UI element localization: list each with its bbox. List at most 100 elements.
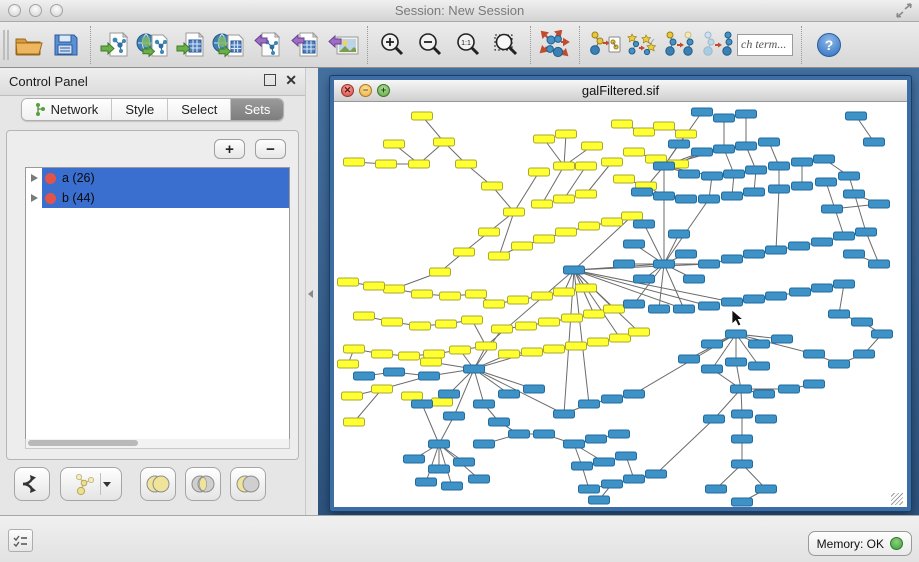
new-network-selected-nodes-selected-edges-button[interactable] bbox=[699, 26, 737, 64]
graph-node[interactable] bbox=[509, 430, 530, 438]
graph-node[interactable] bbox=[699, 195, 720, 203]
graph-node[interactable] bbox=[609, 430, 630, 438]
graph-node[interactable] bbox=[589, 496, 610, 504]
set-row-b[interactable]: b (44) bbox=[26, 188, 289, 208]
graph-node[interactable] bbox=[512, 242, 533, 250]
collapse-panel-icon[interactable] bbox=[308, 290, 313, 298]
export-image-button[interactable] bbox=[324, 26, 362, 64]
close-panel-button[interactable]: ✕ bbox=[285, 74, 297, 86]
graph-node[interactable] bbox=[434, 138, 455, 146]
graph-node[interactable] bbox=[839, 172, 860, 180]
help-button[interactable]: ? bbox=[817, 33, 841, 57]
graph-node[interactable] bbox=[722, 192, 743, 200]
expander-icon[interactable] bbox=[31, 174, 38, 182]
graph-node[interactable] bbox=[556, 228, 577, 236]
graph-node[interactable] bbox=[766, 246, 787, 254]
graph-node[interactable] bbox=[731, 385, 752, 393]
graph-node[interactable] bbox=[669, 140, 690, 148]
graph-node[interactable] bbox=[384, 368, 405, 376]
graph-node[interactable] bbox=[602, 395, 623, 403]
graph-node[interactable] bbox=[766, 292, 787, 300]
import-network-file-button[interactable] bbox=[96, 26, 134, 64]
graph-node[interactable] bbox=[344, 345, 365, 353]
graph-node[interactable] bbox=[602, 480, 623, 488]
graph-node[interactable] bbox=[412, 112, 433, 120]
graph-node[interactable] bbox=[646, 470, 667, 478]
graph-node[interactable] bbox=[479, 228, 500, 236]
graph-node[interactable] bbox=[812, 284, 833, 292]
graph-node[interactable] bbox=[702, 365, 723, 373]
import-network-url-button[interactable] bbox=[134, 26, 172, 64]
graph-node[interactable] bbox=[674, 305, 695, 313]
graph-node[interactable] bbox=[421, 358, 442, 366]
graph-node[interactable] bbox=[338, 278, 359, 286]
graph-node[interactable] bbox=[769, 162, 790, 170]
minimize-window-button[interactable] bbox=[29, 4, 42, 17]
horizontal-scrollbar[interactable] bbox=[25, 439, 290, 449]
float-panel-button[interactable] bbox=[264, 74, 276, 86]
graph-node[interactable] bbox=[579, 400, 600, 408]
graph-node[interactable] bbox=[634, 128, 655, 136]
graph-node[interactable] bbox=[804, 380, 825, 388]
graph-node[interactable] bbox=[756, 415, 777, 423]
graph-node[interactable] bbox=[554, 288, 575, 296]
graph-node[interactable] bbox=[539, 318, 560, 326]
graph-node[interactable] bbox=[576, 162, 597, 170]
new-network-selected-nodes-all-edges-button[interactable] bbox=[661, 26, 699, 64]
graph-node[interactable] bbox=[869, 260, 890, 268]
graph-node[interactable] bbox=[632, 188, 653, 196]
graph-node[interactable] bbox=[692, 108, 713, 116]
graph-node[interactable] bbox=[474, 400, 495, 408]
graph-node[interactable] bbox=[726, 330, 747, 338]
graph-node[interactable] bbox=[852, 318, 873, 326]
graph-node[interactable] bbox=[586, 435, 607, 443]
tab-sets[interactable]: Sets bbox=[231, 99, 283, 120]
graph-node[interactable] bbox=[756, 485, 777, 493]
intersect-sets-button[interactable] bbox=[185, 467, 221, 501]
graph-node[interactable] bbox=[812, 238, 833, 246]
graph-node[interactable] bbox=[702, 340, 723, 348]
close-window-button[interactable] bbox=[8, 4, 21, 17]
graph-node[interactable] bbox=[624, 240, 645, 248]
graph-node[interactable] bbox=[634, 275, 655, 283]
graph-node[interactable] bbox=[582, 142, 603, 150]
graph-node[interactable] bbox=[424, 350, 445, 358]
graph-node[interactable] bbox=[684, 275, 705, 283]
tab-select[interactable]: Select bbox=[168, 99, 231, 120]
graph-node[interactable] bbox=[869, 200, 890, 208]
graph-node[interactable] bbox=[499, 390, 520, 398]
graph-node[interactable] bbox=[814, 155, 835, 163]
graph-node[interactable] bbox=[790, 288, 811, 296]
chevron-down-icon[interactable] bbox=[103, 482, 111, 487]
graph-node[interactable] bbox=[576, 284, 597, 292]
graph-node[interactable] bbox=[524, 385, 545, 393]
graph-node[interactable] bbox=[444, 412, 465, 420]
network-frame-titlebar[interactable]: ✕ − + galFiltered.sif bbox=[334, 80, 907, 102]
graph-node[interactable] bbox=[469, 475, 490, 483]
graph-node[interactable] bbox=[344, 418, 365, 426]
graph-node[interactable] bbox=[499, 350, 520, 358]
graph-node[interactable] bbox=[338, 360, 359, 368]
graph-node[interactable] bbox=[779, 385, 800, 393]
graph-node[interactable] bbox=[816, 178, 837, 186]
panel-splitter[interactable] bbox=[305, 68, 318, 515]
graph-node[interactable] bbox=[692, 148, 713, 156]
graph-node[interactable] bbox=[579, 222, 600, 230]
graph-node[interactable] bbox=[736, 110, 757, 118]
graph-node[interactable] bbox=[364, 282, 385, 290]
open-file-button[interactable] bbox=[9, 26, 47, 64]
network-canvas[interactable] bbox=[334, 102, 905, 507]
graph-node[interactable] bbox=[612, 120, 633, 128]
graph-node[interactable] bbox=[572, 462, 593, 470]
network-frame[interactable]: ✕ − + galFiltered.sif bbox=[330, 76, 911, 511]
graph-node[interactable] bbox=[676, 195, 697, 203]
graph-node[interactable] bbox=[532, 292, 553, 300]
graph-node[interactable] bbox=[554, 195, 575, 203]
graph-node[interactable] bbox=[744, 188, 765, 196]
graph-node[interactable] bbox=[564, 266, 585, 274]
graph-node[interactable] bbox=[732, 460, 753, 468]
graph-node[interactable] bbox=[732, 410, 753, 418]
graph-node[interactable] bbox=[772, 335, 793, 343]
new-network-from-selection-button[interactable] bbox=[585, 26, 623, 64]
graph-node[interactable] bbox=[749, 340, 770, 348]
